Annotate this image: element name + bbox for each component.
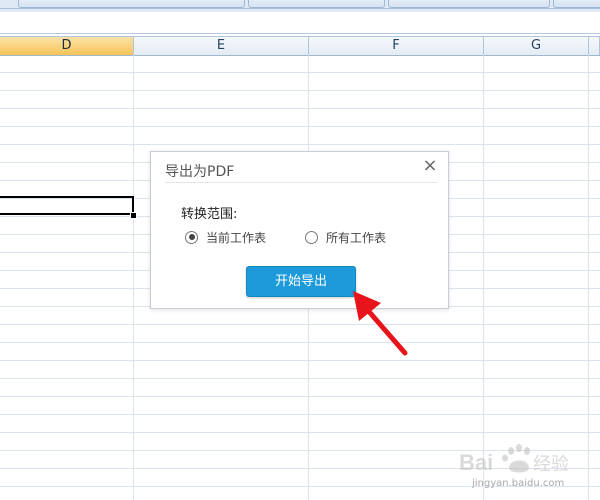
column-header-e[interactable]: E: [134, 37, 309, 55]
start-export-button[interactable]: 开始导出: [246, 266, 356, 297]
radio-all-sheets[interactable]: 所有工作表: [305, 229, 386, 245]
ribbon-strip: [0, 0, 600, 9]
column-header-g[interactable]: G: [484, 37, 589, 55]
column-gridline: [133, 55, 134, 500]
red-arrow-icon: [353, 291, 408, 356]
column-headers: D E F G: [0, 36, 600, 56]
column-header-f[interactable]: F: [309, 37, 484, 55]
radio-all-sheets-label[interactable]: 所有工作表: [326, 229, 386, 246]
formula-bar[interactable]: [0, 9, 600, 34]
radio-current-sheet-label[interactable]: 当前工作表: [206, 229, 266, 246]
radio-current-sheet[interactable]: 当前工作表: [185, 229, 266, 245]
column-gridline: [483, 55, 484, 500]
close-icon[interactable]: ×: [422, 156, 438, 176]
dialog-title: 导出为PDF: [165, 164, 235, 180]
selected-cell[interactable]: [0, 196, 134, 215]
svg-text:Bai: Bai: [459, 450, 493, 475]
formula-bar-top-strip: [0, 9, 600, 12]
column-header-partial[interactable]: [589, 37, 600, 55]
fill-handle[interactable]: [130, 212, 137, 219]
svg-text:经验: 经验: [533, 454, 569, 475]
column-header-d[interactable]: D: [0, 37, 134, 55]
radio-checked-icon[interactable]: [185, 230, 198, 244]
range-label: 转换范围:: [181, 207, 238, 222]
watermark-url: jingyan.baidu.com: [472, 478, 565, 489]
ribbon-button[interactable]: [248, 0, 385, 8]
ribbon-button[interactable]: [18, 0, 245, 8]
column-gridline: [588, 55, 589, 500]
ribbon-button[interactable]: [388, 0, 550, 8]
radio-unchecked-icon[interactable]: [305, 230, 318, 244]
dialog-divider: [165, 182, 438, 183]
ribbon-button[interactable]: [553, 0, 600, 8]
